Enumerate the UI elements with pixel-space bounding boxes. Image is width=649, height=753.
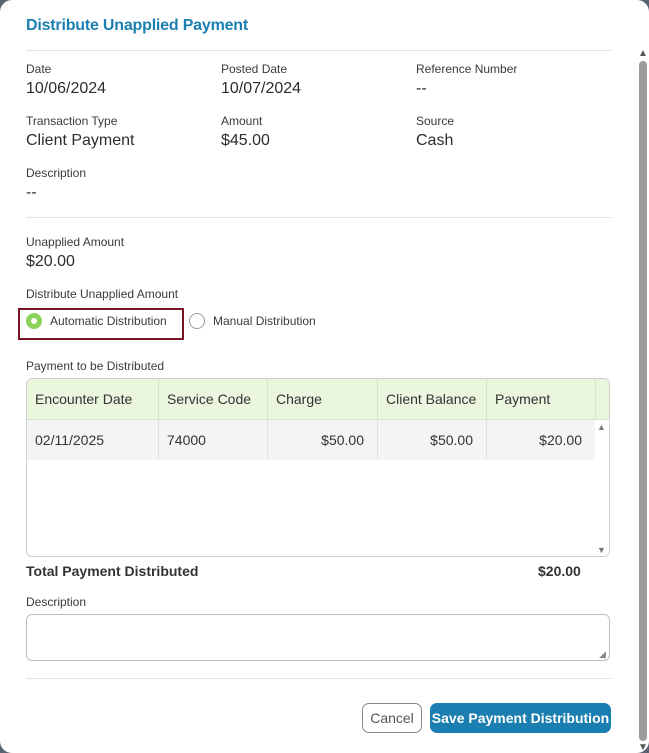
grid-header: Encounter Date Service Code Charge Clien… bbox=[27, 379, 609, 420]
distribute-label: Distribute Unapplied Amount bbox=[26, 287, 179, 301]
footer-divider bbox=[26, 678, 611, 679]
scroll-up-icon[interactable]: ▲ bbox=[638, 48, 648, 59]
posted-date-value: 10/07/2024 bbox=[221, 80, 302, 97]
cell-service-code: 74000 bbox=[159, 420, 268, 460]
scroll-up-icon[interactable]: ▲ bbox=[597, 422, 606, 432]
transaction-type-label: Transaction Type bbox=[26, 114, 118, 128]
transaction-type-value: Client Payment bbox=[26, 132, 135, 149]
cell-charge: $50.00 bbox=[268, 420, 378, 460]
description-value: -- bbox=[26, 184, 37, 201]
cancel-button[interactable]: Cancel bbox=[362, 703, 422, 733]
dialog-scrollbar[interactable]: ▲ ▼ bbox=[636, 48, 649, 753]
column-header-charge[interactable]: Charge bbox=[268, 379, 378, 419]
automatic-distribution-radio[interactable]: Automatic Distribution bbox=[26, 313, 167, 329]
source-label: Source bbox=[416, 114, 455, 128]
source-value: Cash bbox=[416, 132, 454, 149]
distribute-payment-dialog: Distribute Unapplied Payment Date 10/06/… bbox=[0, 0, 649, 753]
title-divider bbox=[26, 50, 611, 51]
radio-unselected-icon bbox=[189, 313, 205, 329]
column-header-service-code[interactable]: Service Code bbox=[159, 379, 268, 419]
amount-value: $45.00 bbox=[221, 132, 270, 149]
manual-distribution-radio[interactable]: Manual Distribution bbox=[189, 313, 316, 329]
scrollbar-thumb[interactable] bbox=[639, 61, 647, 741]
manual-distribution-label: Manual Distribution bbox=[213, 314, 316, 328]
unapplied-amount-label: Unapplied Amount bbox=[26, 235, 125, 249]
total-distributed-label: Total Payment Distributed bbox=[26, 563, 199, 579]
save-payment-distribution-button[interactable]: Save Payment Distribution bbox=[430, 703, 611, 733]
payment-grid-label: Payment to be Distributed bbox=[26, 359, 165, 373]
details-divider bbox=[26, 217, 611, 218]
posted-date-label: Posted Date bbox=[221, 62, 288, 76]
total-distributed-value: $20.00 bbox=[538, 563, 581, 579]
description-field-label: Description bbox=[26, 595, 87, 609]
grid-scrollbar[interactable]: ▲ ▼ bbox=[595, 420, 609, 556]
cell-encounter-date: 02/11/2025 bbox=[27, 420, 159, 460]
payment-grid: Encounter Date Service Code Charge Clien… bbox=[26, 378, 610, 557]
automatic-distribution-label: Automatic Distribution bbox=[50, 314, 167, 328]
description-label: Description bbox=[26, 166, 87, 180]
column-header-client-balance[interactable]: Client Balance bbox=[378, 379, 487, 419]
reference-number-value: -- bbox=[416, 80, 427, 97]
date-value: 10/06/2024 bbox=[26, 80, 107, 97]
date-label: Date bbox=[26, 62, 52, 76]
column-header-encounter-date[interactable]: Encounter Date bbox=[27, 379, 159, 419]
description-textarea[interactable] bbox=[26, 614, 610, 661]
cell-client-balance: $50.00 bbox=[378, 420, 487, 460]
table-row[interactable]: 02/11/2025 74000 $50.00 $50.00 $20.00 bbox=[27, 420, 595, 460]
reference-number-label: Reference Number bbox=[416, 62, 518, 76]
unapplied-amount-value: $20.00 bbox=[26, 253, 75, 270]
amount-label: Amount bbox=[221, 114, 263, 128]
cell-payment[interactable]: $20.00 bbox=[487, 420, 595, 460]
scroll-down-icon[interactable]: ▼ bbox=[597, 545, 606, 555]
dialog-title: Distribute Unapplied Payment bbox=[26, 17, 248, 34]
column-header-payment[interactable]: Payment bbox=[487, 379, 596, 419]
radio-selected-icon bbox=[26, 313, 42, 329]
scroll-down-icon[interactable]: ▼ bbox=[638, 742, 648, 753]
